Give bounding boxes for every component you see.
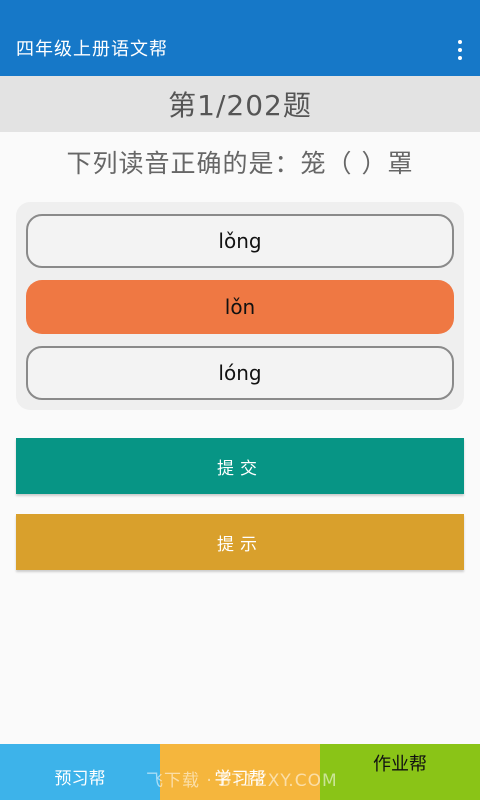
nav-tab-homework[interactable]: 作业帮: [320, 744, 480, 800]
option-1[interactable]: lǒng: [26, 214, 454, 268]
options-panel: lǒng lǒn lóng: [16, 202, 464, 410]
nav-tab-label: 学习帮: [214, 769, 266, 789]
nav-tab-study[interactable]: 学习帮: [160, 744, 320, 800]
bottom-navigation: 预习帮 学习帮 作业帮: [0, 744, 480, 800]
app-title: 四年级上册语文帮: [16, 39, 168, 60]
hint-button-label: 提示: [217, 534, 263, 555]
nav-tab-preview[interactable]: 预习帮: [0, 744, 160, 800]
option-label: lǒng: [218, 229, 262, 253]
more-vert-icon[interactable]: [452, 38, 468, 62]
option-2[interactable]: lǒn: [26, 280, 454, 334]
question-counter-bar: 第1/202题: [0, 76, 480, 132]
hint-button[interactable]: 提示: [16, 514, 464, 570]
option-label: lóng: [218, 361, 262, 385]
option-3[interactable]: lóng: [26, 346, 454, 400]
question-text: 下列读音正确的是：笼（ ）罩: [66, 149, 414, 178]
option-label: lǒn: [224, 295, 256, 319]
app-toolbar: 四年级上册语文帮: [0, 0, 480, 76]
submit-button-label: 提交: [217, 458, 263, 479]
nav-tab-label: 作业帮: [373, 754, 427, 775]
question-counter: 第1/202题: [168, 89, 312, 122]
app-screen: 四年级上册语文帮 第1/202题 下列读音正确的是：笼（ ）罩 lǒng lǒn…: [0, 0, 480, 800]
submit-button[interactable]: 提交: [16, 438, 464, 494]
nav-tab-label: 预习帮: [54, 769, 106, 789]
